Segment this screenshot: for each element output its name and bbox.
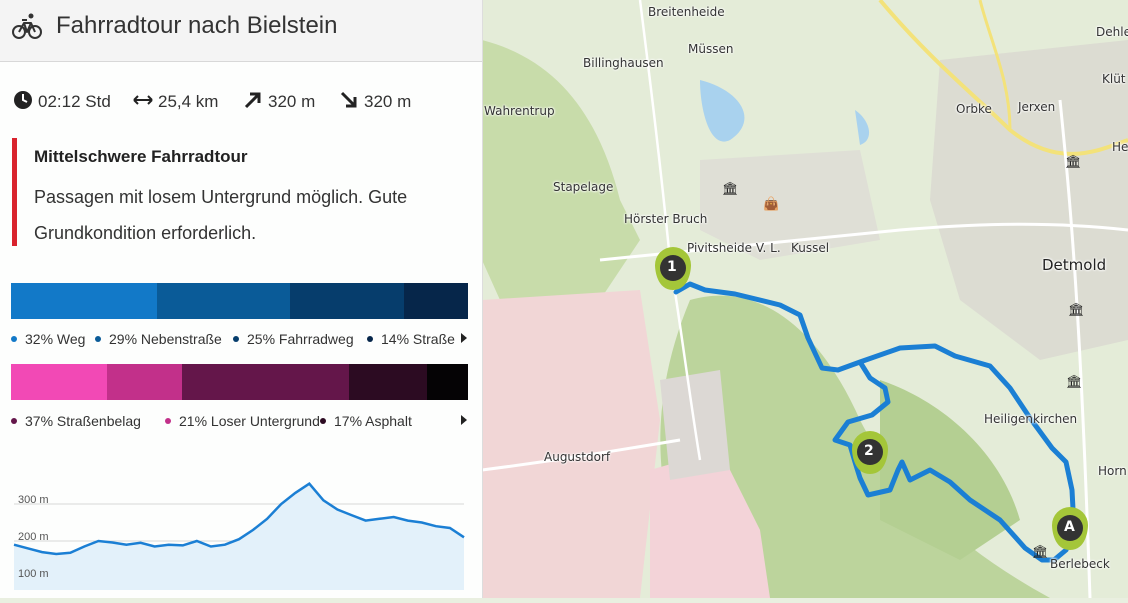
elevation-label-300: 300 m [18,494,49,506]
place-label: Orbke [956,102,992,116]
descent-arrow-icon [340,91,357,108]
marker-1-label[interactable]: 1 [667,259,677,275]
surface-legend[interactable]: 37% Straßenbelag 21% Loser Untergrund 17% … [11,413,471,431]
museum-icon[interactable]: 🏛 [1032,545,1049,558]
museum-icon[interactable]: 🏛 [1068,303,1085,316]
bar-segment[interactable] [11,364,107,400]
legend-label: 17% Asphalt [334,413,412,429]
bar-segment[interactable] [182,364,350,400]
elevation-label-200: 200 m [18,531,49,543]
way-type-bar[interactable] [11,283,468,319]
tour-title: Fahrradtour nach Bielstein [56,12,338,39]
legend-dot [165,418,171,424]
museum-icon[interactable]: 🏛 [1066,375,1083,388]
place-label: Augustdorf [544,450,611,464]
museum-icon[interactable]: 🏛 [722,182,739,195]
shopping-bag-icon[interactable]: 👜 [763,197,779,210]
difficulty-color-bar [12,138,17,246]
place-label: Heiligenkirchen [984,412,1078,426]
place-label: Breitenheide [648,5,725,19]
legend-item: 29% Nebenstraße [95,331,222,347]
legend-dot [11,336,17,342]
legend-label: 32% Weg [25,331,86,347]
surface-bar[interactable] [11,364,468,400]
legend-item: 32% Weg [11,331,85,347]
ascent-stat: 320 m [242,90,315,112]
legend-label: 37% Straßenbelag [25,413,141,429]
place-label: Müssen [688,42,734,56]
ascent-arrow-icon [244,92,261,109]
distance-icon [133,95,153,105]
place-label: Klüt [1102,72,1126,86]
bar-segment[interactable] [11,283,158,319]
legend-item: 21% Loser Untergrund [165,413,320,429]
distance-value: 25,4 km [158,92,219,111]
legend-next-arrow-icon[interactable] [461,333,467,343]
place-label: Jerxen [1018,100,1056,114]
legend-item: 14% Straße [367,331,455,347]
museum-icon[interactable]: 🏛 [1065,155,1082,168]
descent-value: 320 m [364,92,412,111]
place-label: Pivitsheide V. L. [687,241,781,255]
descent-stat: 320 m [338,90,411,112]
elevation-label-100: 100 m [18,568,49,580]
legend-label: 14% Straße [381,331,455,347]
legend-dot [367,336,373,342]
legend-dot [233,336,239,342]
bar-segment[interactable] [426,364,468,400]
clock-icon [14,91,32,109]
place-label: Stapelage [553,180,614,194]
place-label: Kussel [791,241,830,255]
marker-a-label[interactable]: A [1064,519,1075,535]
ascent-value: 320 m [268,92,316,111]
place-label: Berlebeck [1050,557,1110,571]
legend-label: 29% Nebenstraße [109,331,222,347]
duration-value: 02:12 Std [38,92,111,111]
elevation-chart[interactable] [0,470,482,598]
distance-stat: 25,4 km [132,90,218,112]
difficulty-title: Mittelschwere Fahrradtour [34,147,248,166]
legend-item: 25% Fahrradweg [233,331,354,347]
legend-label: 21% Loser Untergrund [179,413,320,429]
difficulty-description: Passagen mit losem Untergrund möglich. G… [34,187,408,243]
legend-next-arrow-icon[interactable] [461,415,467,425]
place-label: Billinghausen [583,56,664,70]
way-type-legend[interactable]: 32% Weg 29% Nebenstraße 25% Fahrradweg 14% … [11,331,471,349]
place-label-detmold: Detmold [1042,256,1107,274]
place-label: Horn [1098,464,1127,478]
marker-2-label[interactable]: 2 [864,443,874,459]
duration-stat: 02:12 Std [12,90,111,112]
legend-dot [320,418,326,424]
elevation-area [14,483,464,590]
legend-dot [95,336,101,342]
place-label: Dehle [1096,25,1128,39]
legend-item: 17% Asphalt [320,413,412,429]
bar-segment[interactable] [106,364,183,400]
elevation-profile[interactable]: 300 m 200 m 100 m [0,470,482,598]
bar-segment[interactable] [404,283,468,319]
place-label: Hörster Bruch [624,212,708,226]
place-label: He [1112,140,1128,154]
bar-segment[interactable] [349,364,427,400]
tour-panel: Fahrradtour nach Bielstein 02:12 Std 25,… [0,0,483,598]
bicycle-icon [12,13,42,39]
legend-label: 25% Fahrradweg [247,331,354,347]
legend-dot [11,418,17,424]
panel-header: Fahrradtour nach Bielstein [0,0,482,62]
bar-segment[interactable] [157,283,290,319]
legend-item: 37% Straßenbelag [11,413,141,429]
restricted-area [482,290,660,598]
place-label: Wahrentrup [484,104,555,118]
bar-segment[interactable] [289,283,405,319]
difficulty-box: Mittelschwere Fahrradtour Passagen mit l… [12,138,472,246]
